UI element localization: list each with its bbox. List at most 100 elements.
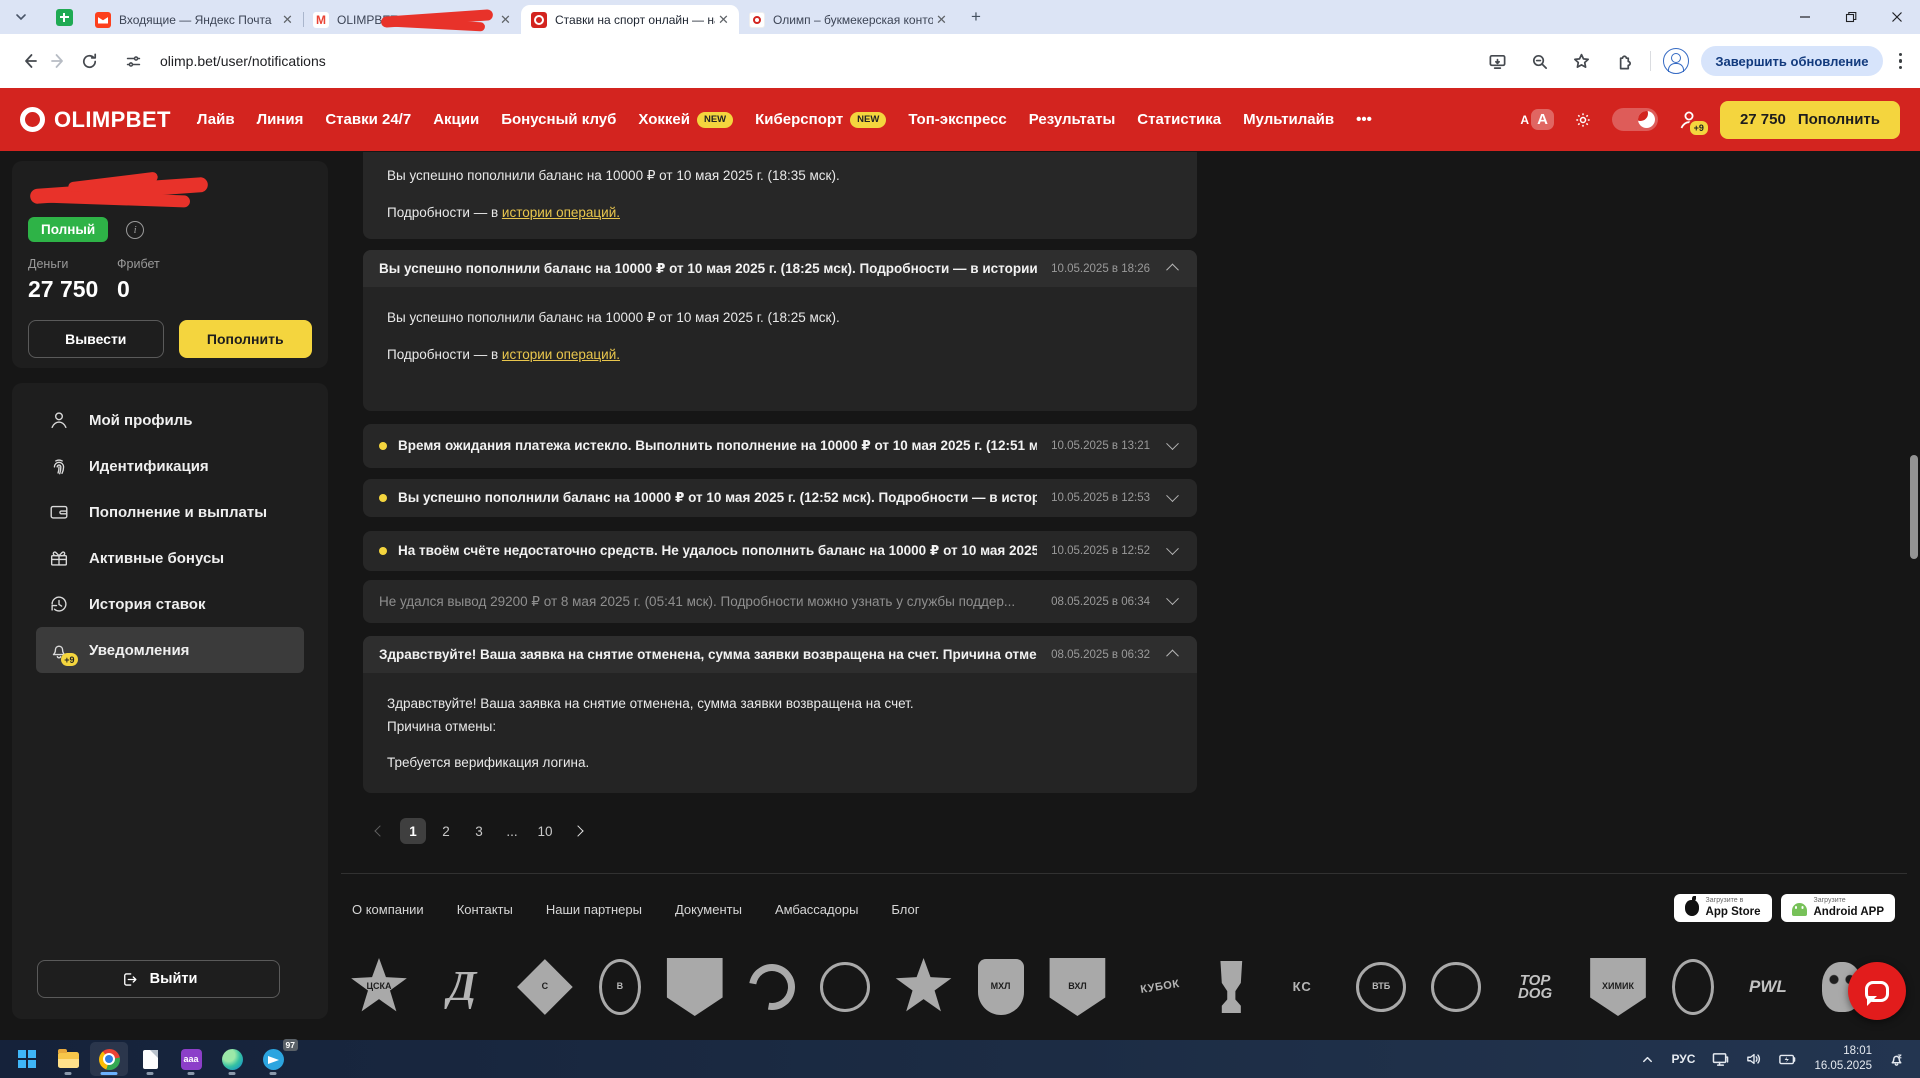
- operations-history-link[interactable]: истории операций.: [502, 205, 620, 220]
- nav-item[interactable]: Лайв: [197, 111, 235, 128]
- omnibox[interactable]: olimp.bet/user/notifications: [118, 46, 1482, 76]
- tab-close-icon[interactable]: ✕: [715, 11, 732, 28]
- font-size-toggle[interactable]: A A: [1520, 109, 1554, 130]
- nav-item[interactable]: •••: [1356, 111, 1372, 128]
- tab-close-icon[interactable]: ✕: [279, 11, 296, 28]
- bookmark-star-icon[interactable]: [1566, 46, 1596, 76]
- logout-button[interactable]: Выйти: [37, 960, 280, 998]
- telegram-button[interactable]: 97: [254, 1042, 292, 1076]
- page-scrollbar-thumb[interactable]: [1910, 455, 1918, 559]
- zoom-icon[interactable]: [1524, 46, 1554, 76]
- tab-close-icon[interactable]: ✕: [497, 11, 514, 28]
- url-text[interactable]: olimp.bet/user/notifications: [160, 53, 326, 69]
- operations-history-link[interactable]: истории операций.: [502, 347, 620, 362]
- sidebar-menu-item[interactable]: История ставок: [36, 581, 304, 627]
- pagination-page[interactable]: 10: [532, 818, 558, 844]
- extensions-icon[interactable]: [1608, 46, 1638, 76]
- clock[interactable]: 18:01 16.05.2025: [1814, 1044, 1872, 1074]
- sidebar-menu-item[interactable]: +9 Уведомления: [36, 627, 304, 673]
- notification-collapsed[interactable]: Вы успешно пополнили баланс на 10000 ₽ о…: [363, 479, 1197, 517]
- notification-header[interactable]: Вы успешно пополнили баланс на 10000 ₽ о…: [363, 250, 1197, 287]
- chevron-up-icon[interactable]: [1166, 264, 1179, 277]
- notification-header[interactable]: Здравствуйте! Ваша заявка на снятие отме…: [363, 636, 1197, 673]
- notification-collapsed[interactable]: Не удался вывод 29200 ₽ от 8 мая 2025 г.…: [363, 580, 1197, 623]
- aaa-app-button[interactable]: aaa: [172, 1042, 210, 1076]
- browser-tab[interactable]: Олимп – букмекерская конто ✕: [739, 5, 957, 34]
- footer-link[interactable]: Контакты: [457, 902, 513, 917]
- sidebar-menu-item[interactable]: Идентификация: [36, 443, 304, 489]
- send-to-device-icon[interactable]: [1482, 46, 1512, 76]
- notification-collapsed[interactable]: Время ожидания платежа истекло. Выполнит…: [363, 424, 1197, 468]
- minimize-button[interactable]: [1782, 0, 1828, 34]
- tab-close-icon[interactable]: ✕: [933, 11, 950, 28]
- profile-avatar[interactable]: [1663, 48, 1689, 74]
- live-chat-button[interactable]: [1848, 962, 1906, 1020]
- olimpbet-logo[interactable]: OLIMPBET: [20, 107, 171, 133]
- battery-icon[interactable]: [1779, 1053, 1797, 1066]
- nav-item[interactable]: Мультилайв: [1243, 111, 1334, 128]
- browser-tab[interactable]: Ставки на спорт онлайн — на ✕: [521, 5, 739, 34]
- notification-collapsed[interactable]: На твоём счёте недостаточно средств. Не …: [363, 531, 1197, 571]
- pagination-page[interactable]: 2: [433, 818, 459, 844]
- nav-item[interactable]: Ставки 24/7: [325, 111, 411, 128]
- notepad-button[interactable]: [131, 1042, 169, 1076]
- display-icon[interactable]: [1712, 1052, 1729, 1067]
- tray-chevron-icon[interactable]: [1641, 1053, 1654, 1066]
- footer-link[interactable]: Документы: [675, 902, 742, 917]
- withdraw-button[interactable]: Вывести: [28, 320, 164, 358]
- chevron-up-icon[interactable]: [1166, 650, 1179, 663]
- footer-link[interactable]: Блог: [891, 902, 919, 917]
- nav-item[interactable]: Бонусный клуб: [501, 111, 616, 128]
- sheets-favicon[interactable]: [56, 9, 73, 26]
- browser-tab[interactable]: Входящие — Яндекс Почта ✕: [85, 5, 303, 34]
- restore-button[interactable]: [1828, 0, 1874, 34]
- speaker-icon[interactable]: [1746, 1052, 1762, 1066]
- start-button[interactable]: [8, 1042, 46, 1076]
- browser-tab[interactable]: OLIMPBET - ✕: [303, 5, 521, 34]
- tab-search-chevron-icon[interactable]: [8, 4, 34, 30]
- close-window-button[interactable]: [1874, 0, 1920, 34]
- balance-deposit-button[interactable]: 27 750 Пополнить: [1720, 101, 1900, 139]
- dark-mode-toggle[interactable]: [1612, 108, 1658, 131]
- header-profile-icon[interactable]: +9: [1677, 108, 1701, 132]
- nav-item[interactable]: Статистика: [1137, 111, 1221, 128]
- chevron-down-icon[interactable]: [1166, 437, 1179, 450]
- nav-item[interactable]: Акции: [433, 111, 479, 128]
- chevron-down-icon[interactable]: [1166, 489, 1179, 502]
- nav-item[interactable]: Линия: [257, 111, 304, 128]
- chevron-down-icon[interactable]: [1166, 542, 1179, 555]
- edge-button[interactable]: [213, 1042, 251, 1076]
- footer-link[interactable]: О компании: [352, 902, 424, 917]
- chrome-button[interactable]: [90, 1042, 128, 1076]
- notification-bell-icon[interactable]: [1889, 1052, 1904, 1067]
- info-icon[interactable]: i: [126, 221, 144, 239]
- notification-date: 10.05.2025 в 12:53: [1051, 492, 1150, 504]
- pagination-next-icon[interactable]: [565, 818, 591, 844]
- footer-link[interactable]: Амбассадоры: [775, 902, 858, 917]
- back-icon[interactable]: [14, 46, 44, 76]
- file-explorer-button[interactable]: [49, 1042, 87, 1076]
- sidebar-menu-item[interactable]: Пополнение и выплаты: [36, 489, 304, 535]
- nav-item[interactable]: Хоккей NEW: [638, 111, 733, 128]
- sidebar-menu-item[interactable]: Мой профиль: [36, 397, 304, 443]
- sidebar-menu-item[interactable]: Активные бонусы: [36, 535, 304, 581]
- site-info-icon[interactable]: [118, 46, 148, 76]
- chevron-down-icon[interactable]: [1166, 592, 1179, 605]
- deposit-button[interactable]: Пополнить: [179, 320, 313, 358]
- finish-update-button[interactable]: Завершить обновление: [1701, 46, 1882, 76]
- language-indicator[interactable]: РУС: [1671, 1052, 1695, 1066]
- footer-link[interactable]: Наши партнеры: [546, 902, 642, 917]
- nav-item[interactable]: Топ-экспресс: [908, 111, 1006, 128]
- pagination-prev-icon[interactable]: [367, 818, 393, 844]
- pagination-page[interactable]: 1: [400, 818, 426, 844]
- android-app-button[interactable]: Загрузите Android APP: [1781, 894, 1896, 922]
- forward-icon[interactable]: [44, 46, 74, 76]
- reload-icon[interactable]: [74, 46, 104, 76]
- pagination-page[interactable]: 3: [466, 818, 492, 844]
- settings-gear-icon[interactable]: [1573, 110, 1593, 130]
- new-tab-button[interactable]: +: [963, 4, 989, 30]
- nav-item[interactable]: Результаты: [1029, 111, 1115, 128]
- app-store-button[interactable]: Загрузите в App Store: [1674, 894, 1772, 922]
- nav-item[interactable]: Киберспорт NEW: [755, 111, 886, 128]
- browser-menu-icon[interactable]: [1895, 53, 1907, 70]
